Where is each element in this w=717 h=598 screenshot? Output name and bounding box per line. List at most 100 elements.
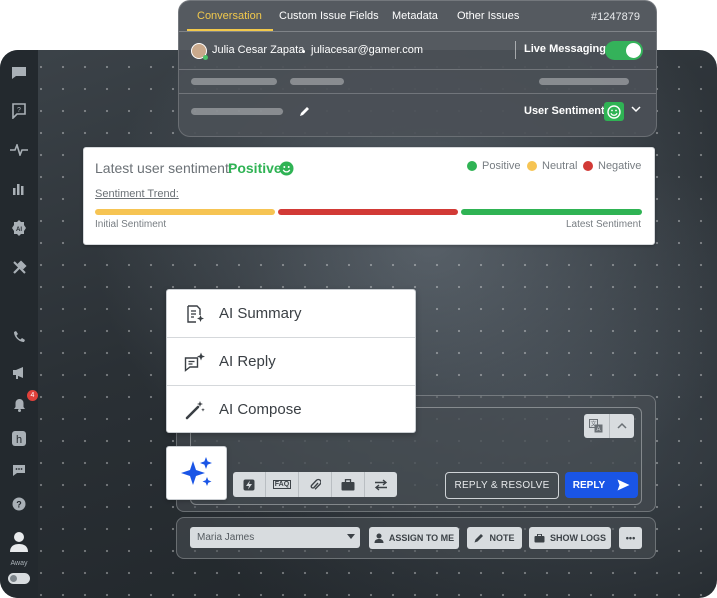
svg-text:A: A	[597, 427, 601, 433]
ticket-id: #1247879	[591, 11, 640, 23]
away-toggle[interactable]	[8, 573, 30, 584]
translate-icon[interactable]: 文A	[584, 414, 610, 438]
lightning-icon[interactable]	[233, 472, 266, 497]
placeholder-bar	[191, 78, 277, 85]
bar-chart-icon[interactable]	[9, 178, 29, 198]
legend-label: Positive	[482, 160, 521, 172]
menu-item-label: AI Reply	[219, 353, 276, 370]
agent-select[interactable]: Maria James	[190, 527, 360, 548]
phone-icon[interactable]	[9, 326, 29, 346]
separator-dot	[302, 50, 305, 53]
show-logs-button[interactable]: SHOW LOGS	[529, 527, 611, 549]
legend-positive: Positive	[467, 160, 521, 172]
magic-wand-icon	[184, 399, 206, 421]
ai-summary-icon	[184, 303, 206, 325]
legend-dot	[583, 161, 593, 171]
assign-to-me-button[interactable]: ASSIGN TO ME	[369, 527, 459, 549]
menu-item-label: AI Summary	[219, 305, 302, 322]
caret-down-icon	[347, 534, 355, 539]
svg-text:AI: AI	[16, 227, 22, 233]
customer-avatar	[191, 43, 208, 60]
chevron-up-icon[interactable]	[610, 414, 635, 438]
left-sidebar: ? AI 4 h ?	[0, 50, 38, 598]
menu-item-ai-reply[interactable]: AI Reply	[167, 337, 415, 385]
chevron-down-icon[interactable]	[631, 104, 641, 117]
swap-icon[interactable]	[365, 472, 397, 497]
tab-other-issues[interactable]: Other Issues	[457, 10, 519, 22]
sparkle-icon	[180, 457, 212, 486]
reply-button[interactable]: REPLY	[565, 472, 638, 498]
faq-icon[interactable]: FAQ	[266, 472, 299, 497]
sentiment-card: Latest user sentiment: Positive Positive…	[83, 147, 655, 245]
reply-and-resolve-button[interactable]: REPLY & RESOLVE	[445, 472, 559, 499]
notifications-icon[interactable]: 4	[9, 390, 38, 415]
agent-select-value: Maria James	[197, 532, 255, 543]
placeholder-bar	[290, 78, 344, 85]
svg-text:h: h	[16, 434, 22, 446]
live-messaging-toggle[interactable]	[605, 41, 643, 60]
messages-icon[interactable]	[9, 460, 29, 480]
logs-icon	[534, 533, 545, 542]
translate-button-group: 文A	[584, 414, 634, 438]
pencil-icon	[474, 534, 484, 543]
user-info-row: Julia Cesar Zapata juliacesar@gamer.com …	[179, 31, 656, 70]
more-icon: •••	[625, 533, 636, 543]
divider	[515, 41, 516, 59]
menu-item-ai-compose[interactable]: AI Compose	[167, 385, 415, 433]
legend-neutral: Neutral	[527, 160, 577, 172]
activity-icon[interactable]	[9, 140, 29, 160]
customer-email: juliacesar@gamer.com	[311, 44, 424, 56]
legend-dot	[527, 161, 537, 171]
legend-negative: Negative	[583, 160, 641, 172]
live-messaging-label: Live Messaging	[524, 43, 606, 55]
user-profile-icon[interactable]	[8, 530, 30, 554]
megaphone-icon[interactable]	[9, 362, 29, 382]
help-chat-icon[interactable]: ?	[9, 101, 29, 121]
sentiment-title: Latest user sentiment:	[95, 160, 233, 176]
note-button[interactable]: NOTE	[467, 527, 522, 549]
menu-item-label: AI Compose	[219, 401, 302, 418]
sentiment-value: Positive	[228, 160, 282, 176]
ai-sparkle-button[interactable]	[166, 446, 227, 500]
notification-count-badge: 4	[27, 390, 38, 401]
legend-label: Negative	[598, 160, 642, 172]
placeholder-bar	[539, 78, 629, 85]
paperclip-icon[interactable]	[299, 472, 332, 497]
user-icon	[374, 533, 384, 543]
tab-conversation[interactable]: Conversation	[197, 10, 262, 22]
more-options-button[interactable]: •••	[619, 527, 642, 549]
show-logs-label: SHOW LOGS	[550, 533, 606, 543]
trend-segment-negative	[278, 209, 458, 215]
smiley-face-icon[interactable]	[604, 102, 624, 121]
composer-toolbar: FAQ	[233, 472, 397, 497]
tab-metadata[interactable]: Metadata	[392, 10, 438, 22]
edit-pencil-icon[interactable]	[299, 106, 310, 120]
divider	[179, 93, 656, 94]
svg-text:?: ?	[17, 107, 21, 114]
note-label: NOTE	[489, 533, 515, 543]
help-icon[interactable]: ?	[9, 494, 29, 514]
ai-reply-icon	[184, 351, 206, 373]
tools-icon[interactable]	[9, 257, 29, 277]
assign-label: ASSIGN TO ME	[388, 533, 455, 543]
latest-sentiment-label: Latest Sentiment	[565, 219, 641, 230]
legend-dot	[467, 161, 477, 171]
menu-item-ai-summary[interactable]: AI Summary	[167, 290, 415, 337]
customer-name: Julia Cesar Zapata	[212, 44, 305, 56]
chat-icon[interactable]	[9, 63, 29, 83]
smiley-face-icon	[279, 161, 294, 176]
help-desk-icon[interactable]: h	[9, 428, 29, 448]
sentiment-trend-label: Sentiment Trend:	[95, 188, 179, 200]
conversation-tabs: Conversation Custom Issue Fields Metadat…	[179, 1, 656, 32]
away-status-label: Away	[10, 560, 28, 567]
user-sentiment-label: User Sentiment	[524, 105, 605, 117]
svg-text:?: ?	[16, 500, 22, 510]
placeholder-bar	[191, 108, 283, 115]
briefcase-icon[interactable]	[332, 472, 365, 497]
initial-sentiment-label: Initial Sentiment	[95, 219, 167, 230]
trend-segment-neutral	[95, 209, 275, 215]
tab-custom-issue-fields[interactable]: Custom Issue Fields	[279, 10, 379, 22]
legend-label: Neutral	[542, 160, 578, 172]
ai-badge-icon[interactable]: AI	[9, 218, 29, 238]
trend-segment-positive	[461, 209, 642, 215]
